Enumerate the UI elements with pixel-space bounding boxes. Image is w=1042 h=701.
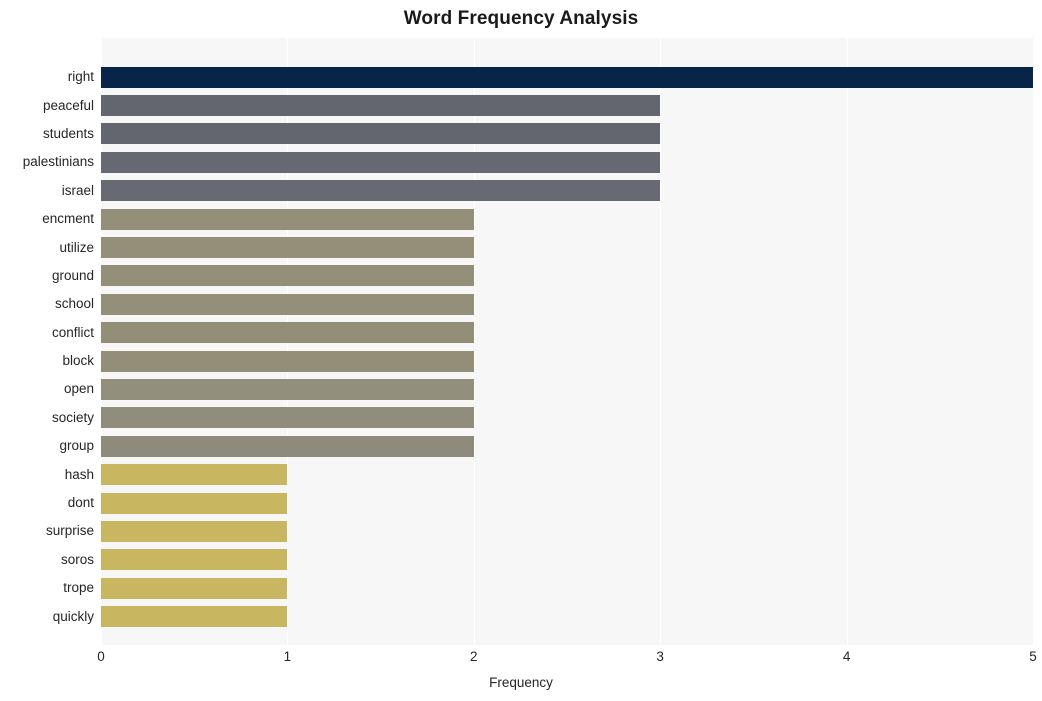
gridline-x-4 xyxy=(846,38,848,645)
y-tick-label: soros xyxy=(60,551,94,567)
bar[interactable] xyxy=(101,66,1033,88)
x-axis-title: Frequency xyxy=(489,675,553,690)
bar[interactable] xyxy=(101,293,474,315)
y-tick-label: israel xyxy=(61,182,94,198)
plot-area xyxy=(101,38,1033,645)
y-tick-label: trope xyxy=(63,580,94,596)
x-tick-label: 0 xyxy=(97,649,105,664)
y-tick-label: dont xyxy=(67,495,94,511)
bar[interactable] xyxy=(101,208,474,230)
y-tick-label: surprise xyxy=(45,523,94,539)
y-tick-label: block xyxy=(62,353,94,369)
x-tick-label: 2 xyxy=(470,649,478,664)
bar[interactable] xyxy=(101,237,474,259)
y-tick-label: open xyxy=(63,381,94,397)
bar[interactable] xyxy=(101,151,661,173)
bar[interactable] xyxy=(101,180,661,202)
y-tick-label: encment xyxy=(42,211,94,227)
bar[interactable] xyxy=(101,464,288,486)
y-tick-label: school xyxy=(54,296,94,312)
bar[interactable] xyxy=(101,407,474,429)
bar[interactable] xyxy=(101,492,288,514)
x-tick-label: 5 xyxy=(1029,649,1037,664)
y-tick-label: peaceful xyxy=(42,97,94,113)
bar[interactable] xyxy=(101,95,661,117)
x-tick-label: 1 xyxy=(283,649,292,664)
chart-title: Word Frequency Analysis xyxy=(403,8,639,29)
word-frequency-chart: Word Frequency Analysis right peaceful stu… xyxy=(0,0,1042,701)
y-tick-label: utilize xyxy=(59,239,94,255)
bar[interactable] xyxy=(101,577,288,599)
x-tick-label: 3 xyxy=(656,649,664,664)
bar[interactable] xyxy=(101,435,474,457)
bar[interactable] xyxy=(101,606,288,628)
y-axis-tick-labels: right peaceful students palestinians israel e… xyxy=(0,38,94,645)
bar[interactable] xyxy=(101,520,288,542)
y-tick-label: quickly xyxy=(52,608,94,624)
y-tick-label: conflict xyxy=(51,324,94,340)
y-tick-label: palestinians xyxy=(22,154,94,170)
bar[interactable] xyxy=(101,378,474,400)
y-tick-label: hash xyxy=(64,466,94,482)
bar[interactable] xyxy=(101,123,661,145)
x-tick-label: 4 xyxy=(842,649,851,664)
bar[interactable] xyxy=(101,549,288,571)
y-tick-label: society xyxy=(51,409,94,425)
y-tick-label: right xyxy=(67,69,94,85)
y-tick-label: ground xyxy=(51,267,94,283)
bar[interactable] xyxy=(101,322,474,344)
y-tick-label: group xyxy=(59,438,94,454)
x-axis-tick-labels: 0 1 2 3 4 5 xyxy=(0,648,1042,670)
bar[interactable] xyxy=(101,350,474,372)
bar[interactable] xyxy=(101,265,474,287)
y-tick-label: students xyxy=(42,125,94,141)
gridline-x-3 xyxy=(660,38,662,645)
